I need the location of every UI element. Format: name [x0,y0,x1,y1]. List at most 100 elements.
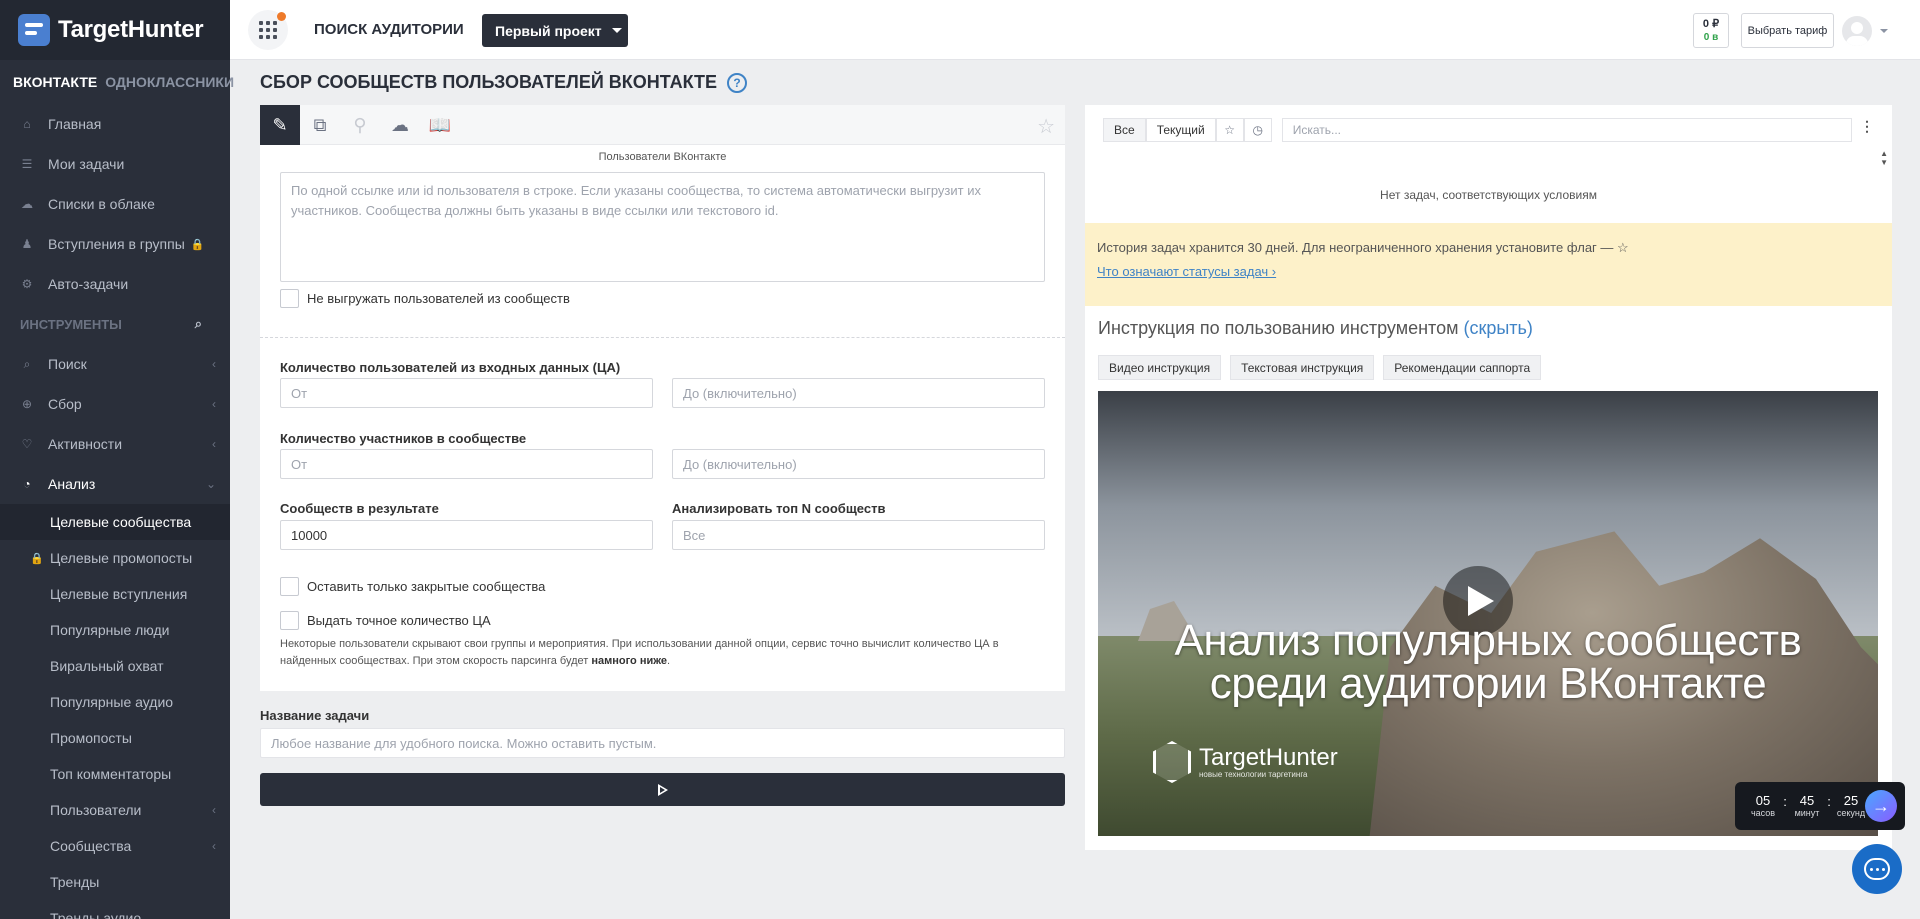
members-count-from-input[interactable]: От [280,449,653,479]
timer-seconds-label: секунд [1836,808,1866,818]
gears-icon: ⚙ [21,277,33,291]
tab-copy[interactable]: ⧉ [300,105,340,145]
sidebar-subitem-label: Виральный охват [50,658,164,674]
tab-vkontakte[interactable]: ВКОНТАКТЕ [13,74,97,90]
copy-icon: ⧉ [313,114,327,135]
exact-count-checkbox[interactable] [280,611,299,630]
cloud-icon: ☁ [21,197,33,211]
top-n-input[interactable]: Все [672,520,1045,550]
user-menu[interactable] [1842,13,1892,48]
task-name-input[interactable]: Любое название для удобного поиска. Можн… [260,728,1065,758]
sidebar-item-label: Сбор [48,396,82,412]
sidebar-subitem-popular-audio[interactable]: Популярные аудио [0,684,230,720]
tab-text-instruction[interactable]: Текстовая инструкция [1230,355,1375,380]
users-count-from-input[interactable]: От [280,378,653,408]
sidebar-subitem-communities[interactable]: Сообщества ‹ [0,828,230,864]
chat-icon [1864,858,1890,880]
sidebar-item-search[interactable]: ⌕ Поиск ‹ [0,344,230,384]
search-icon[interactable]: ⌕ [195,316,202,332]
sidebar-subitem-target-promoposts[interactable]: 🔒 Целевые промопосты [0,540,230,576]
sidebar-item-label: Поиск [48,356,87,372]
task-search-input[interactable]: Искать... [1281,118,1852,142]
members-count-label: Количество участников в сообществе [280,431,527,446]
tab-odnoklassniki[interactable]: ОДНОКЛАССНИКИ [105,74,234,90]
filter-current-button[interactable]: Текущий [1145,118,1216,142]
star-icon[interactable]: ☆ [1037,114,1055,139]
sort-arrows-icon[interactable]: ▲ ▼ [1880,149,1888,167]
sidebar-item-group-joins[interactable]: ♟ Вступления в группы 🔒 [0,224,230,264]
grid-icon [259,21,277,39]
tab-location[interactable]: ⚲ [340,105,380,145]
heart-icon: ♡ [21,437,33,451]
arrow-right-icon[interactable]: → [1865,790,1897,822]
sidebar-subitem-top-commenters[interactable]: Топ комментаторы [0,756,230,792]
more-options-icon[interactable]: ⋮ [1860,118,1874,135]
clock-icon[interactable]: ◷ [1243,118,1272,142]
closed-only-label: Оставить только закрытые сообщества [307,579,546,594]
filter-all-button[interactable]: Все [1103,118,1146,142]
sidebar-subitem-target-joins[interactable]: Целевые вступления [0,576,230,612]
top-bar: ПОИСК АУДИТОРИИ Первый проект 0 ₽ 0 в Вы… [230,0,1920,60]
list-icon: ☰ [21,157,33,171]
cloud-upload-icon: ☁ [391,114,409,135]
sidebar-subitem-label: Целевые сообщества [50,514,192,530]
sidebar-item-collect[interactable]: ⊕ Сбор ‹ [0,384,230,424]
sidebar-subitem-popular-people[interactable]: Популярные люди [0,612,230,648]
video-logo: TargetHunter новые технологии таргетинга [1153,741,1338,783]
timer-separator: : [1783,793,1787,809]
result-count-input[interactable]: 10000 [280,520,653,550]
task-status-link[interactable]: Что означают статусы задач › [1097,264,1880,279]
sidebar-subitem-label: Популярные аудио [50,694,174,710]
no-unload-checkbox[interactable] [280,289,299,308]
closed-only-checkbox-row[interactable]: Оставить только закрытые сообщества [280,577,545,596]
closed-only-checkbox[interactable] [280,577,299,596]
choose-tariff-button[interactable]: Выбрать тариф [1741,13,1834,48]
tools-section-title: ИНСТРУМЕНТЫ ⌕ [0,304,230,344]
project-label: Первый проект [495,22,602,39]
social-tabs: ВКОНТАКТЕ ОДНОКЛАССНИКИ [0,60,234,104]
tab-video-instruction[interactable]: Видео инструкция [1098,355,1222,380]
sidebar-subitem-target-communities[interactable]: Целевые сообщества [0,504,230,540]
page-title: СБОР СООБЩЕСТВ ПОЛЬЗОВАТЕЛЕЙ ВКОНТАКТЕ ? [260,72,748,93]
members-count-to-input[interactable]: До (включительно) [672,449,1045,479]
logo[interactable]: TargetHunter [0,0,230,60]
run-button[interactable] [260,773,1065,806]
sidebar-item-home[interactable]: ⌂ Главная [0,104,230,144]
sidebar-subitem-users[interactable]: Пользователи ‹ [0,792,230,828]
help-icon[interactable]: ? [727,72,748,93]
note-end: . [667,655,671,667]
chat-button[interactable] [1852,844,1902,894]
star-icon[interactable]: ☆ [1215,118,1244,142]
balance-widget[interactable]: 0 ₽ 0 в [1693,13,1729,48]
sidebar-item-analysis[interactable]: ◔ Анализ ⌄ [0,464,230,504]
sidebar-item-auto-tasks[interactable]: ⚙ Авто-задачи [0,264,230,304]
users-icon: ♟ [21,237,33,251]
timer-hours-value: 05 [1755,793,1771,808]
play-icon [657,783,668,796]
tab-upload[interactable]: ☁ [380,105,420,145]
instruction-video[interactable]: Анализ популярных сообществ среди аудито… [1098,391,1878,836]
chevron-left-icon: ‹ [212,437,216,451]
hide-instruction-link[interactable]: (скрыть) [1463,318,1532,338]
sidebar-subitem-viral-reach[interactable]: Виральный охват [0,648,230,684]
sidebar-subitem-audio-trends[interactable]: Тренды аудио [0,900,230,919]
users-count-label: Количество пользователей из входных данн… [280,360,621,375]
sidebar-subitem-trends[interactable]: Тренды [0,864,230,900]
tab-edit[interactable]: ✎ [260,105,300,145]
exact-count-note: Некоторые пользователи скрывают свои гру… [280,636,1045,670]
tab-book[interactable]: 📖 [420,105,460,145]
users-input-textarea[interactable]: По одной ссылке или id пользователя в ст… [280,172,1045,282]
project-dropdown[interactable]: Первый проект [482,14,628,47]
sidebar-item-activities[interactable]: ♡ Активности ‹ [0,424,230,464]
no-unload-checkbox-row[interactable]: Не выгружать пользователей из сообществ [280,289,570,308]
sidebar-subitem-label: Пользователи [50,802,142,818]
users-count-to-input[interactable]: До (включительно) [672,378,1045,408]
sidebar-subitem-promoposts[interactable]: Промопосты [0,720,230,756]
tab-support-recommendations[interactable]: Рекомендации саппорта [1383,355,1542,380]
sidebar-item-cloud-lists[interactable]: ☁ Списки в облаке [0,184,230,224]
sidebar-item-my-tasks[interactable]: ☰ Мои задачи [0,144,230,184]
exact-count-checkbox-row[interactable]: Выдать точное количество ЦА [280,611,491,630]
apps-menu-button[interactable] [248,10,288,50]
timer-seconds: 25 секунд [1835,794,1867,819]
instruction-tabs: Видео инструкция Текстовая инструкция Ре… [1098,355,1542,380]
